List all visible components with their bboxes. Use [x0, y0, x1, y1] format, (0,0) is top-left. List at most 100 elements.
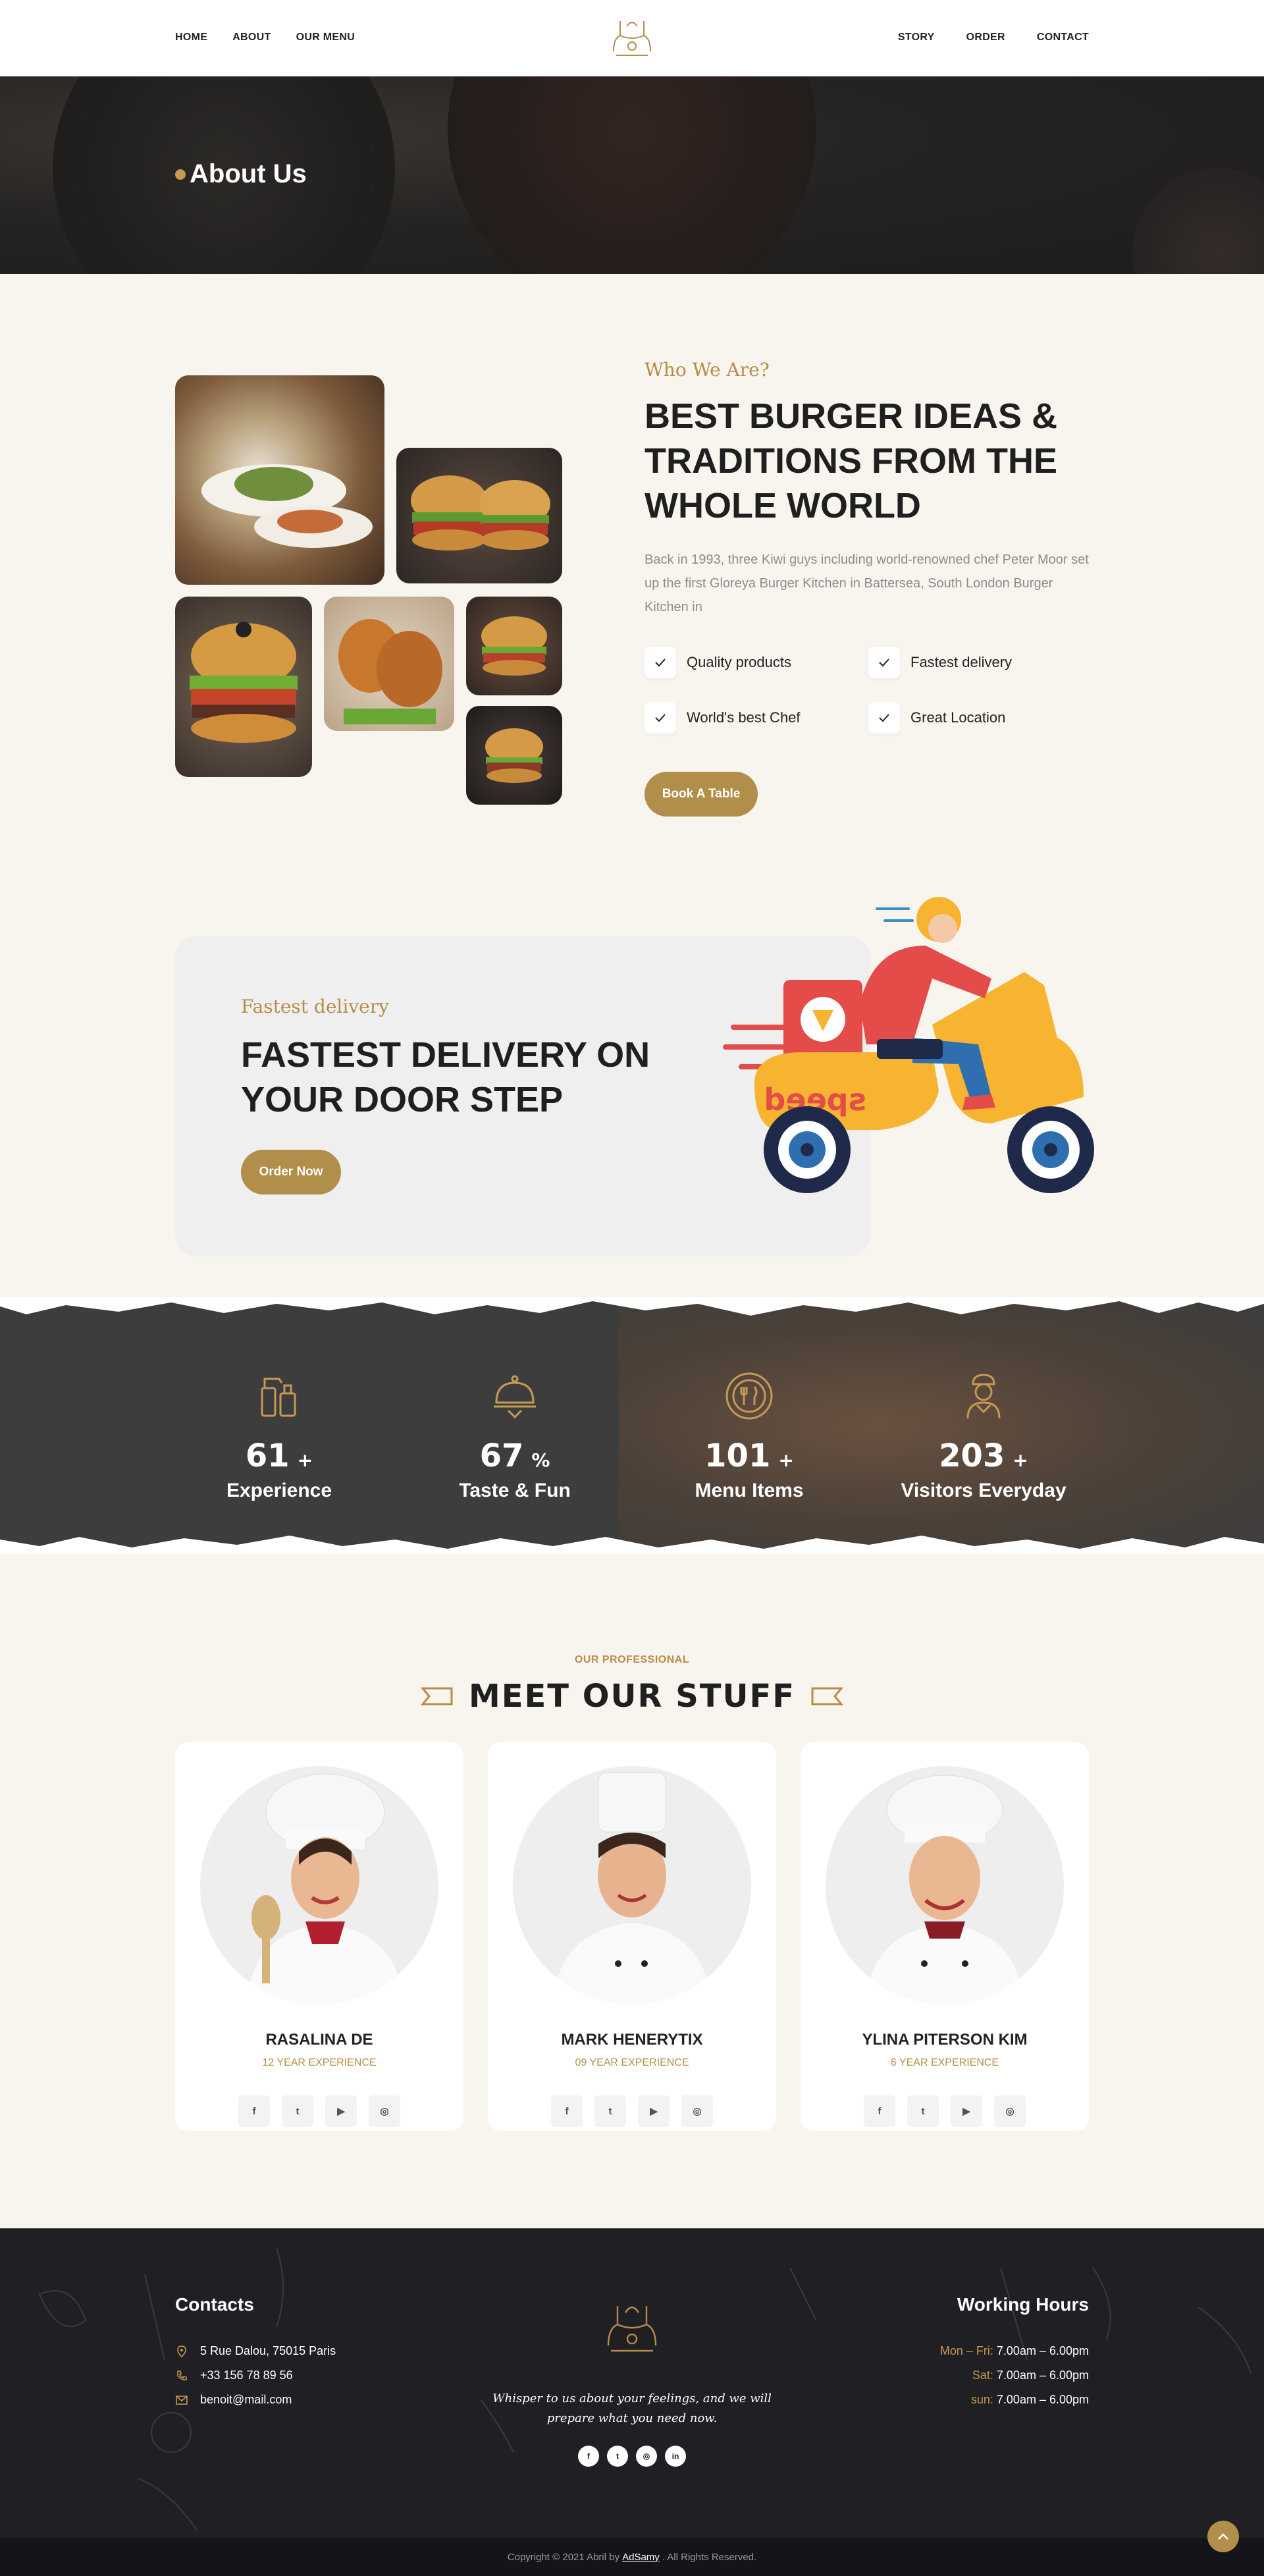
stat-suffix: + — [1013, 1449, 1028, 1471]
delivery-title: FASTEST DELIVERY ON YOUR DOOR STEP — [241, 1035, 650, 1119]
page-banner: About Us — [0, 76, 1264, 274]
stat-label: Experience — [226, 1480, 332, 1501]
title-dot-icon — [175, 169, 186, 180]
member-name: RASALINA DE — [265, 2031, 373, 2049]
feature-item: Quality products — [645, 647, 868, 678]
chef-avatar — [826, 1766, 1064, 2004]
stat-visitors: 203 + Visitors Everyday — [891, 1370, 1076, 1502]
youtube-icon[interactable]: ▶ — [638, 2095, 670, 2127]
email-text[interactable]: benoit@mail.com — [200, 2393, 292, 2407]
hours-time: 7.00am – 6.00pm — [996, 2369, 1089, 2382]
delivery-subtitle: Fastest delivery — [241, 996, 389, 1017]
contacts-title: Contacts — [175, 2294, 254, 2315]
stat-number: 101 — [704, 1437, 771, 1474]
phone-text[interactable]: +33 156 78 89 56 — [200, 2369, 293, 2382]
stat-label: Visitors Everyday — [901, 1480, 1066, 1501]
contact-address: 5 Rue Dalou, 75015 Paris — [175, 2344, 336, 2358]
cloche-icon — [494, 1375, 536, 1419]
member-experience: 12 YEAR EXPERIENCE — [262, 2057, 377, 2068]
hours-time: 7.00am – 6.00pm — [996, 2393, 1089, 2406]
stat-number: 67 — [479, 1437, 524, 1474]
about-photo-fried-chicken — [324, 597, 454, 731]
instagram-icon[interactable]: ◎ — [994, 2095, 1026, 2127]
member-socials: f t ▶ ◎ — [801, 2095, 1089, 2127]
about-photo-burger-small — [466, 597, 562, 695]
nav-our-menu[interactable]: OUR MENU — [296, 32, 356, 43]
chevron-up-icon — [1218, 2533, 1228, 2540]
contact-email: benoit@mail.com — [175, 2393, 292, 2407]
instagram-icon[interactable]: ◎ — [369, 2095, 400, 2127]
feature-label: Fastest delivery — [910, 654, 1013, 670]
site-logo[interactable] — [607, 12, 657, 62]
address-text: 5 Rue Dalou, 75015 Paris — [200, 2344, 336, 2357]
hours-row: Sat: 7.00am – 6.00pm — [972, 2369, 1089, 2382]
nav-about[interactable]: ABOUT — [232, 32, 271, 43]
chef-avatar — [513, 1766, 751, 2004]
page-title-text: About Us — [190, 159, 307, 188]
youtube-icon[interactable]: ▶ — [951, 2095, 982, 2127]
ribbon-right-icon — [811, 1687, 844, 1705]
order-now-button[interactable]: Order Now — [241, 1150, 341, 1194]
delivery-scooter-illustration: speed — [723, 897, 1094, 1193]
twitter-icon[interactable]: t — [282, 2095, 313, 2127]
hours-row: sun: 7.00am – 6.00pm — [971, 2393, 1089, 2407]
page-title: About Us — [175, 159, 307, 189]
nav-right: STORY ORDER CONTACT — [898, 32, 1089, 43]
hours-day: Mon – Fri: — [939, 2344, 993, 2357]
check-icon — [645, 647, 676, 678]
about-photo-salad-plates — [175, 375, 384, 585]
stat-label: Menu Items — [695, 1480, 804, 1501]
facebook-icon[interactable]: f — [551, 2095, 583, 2127]
ribbon-left-icon — [420, 1687, 453, 1705]
instagram-icon[interactable]: ◎ — [636, 2446, 657, 2467]
feature-item: World's best Chef — [645, 702, 868, 734]
location-pin-icon — [177, 2345, 186, 2357]
check-icon — [868, 647, 900, 678]
member-experience: 09 YEAR EXPERIENCE — [575, 2057, 689, 2068]
stat-taste: 67% Taste & Fun — [423, 1370, 607, 1502]
copyright-link[interactable]: AdSamy — [622, 2552, 660, 2563]
plate-cutlery-icon — [725, 1372, 773, 1420]
youtube-icon[interactable]: ▶ — [325, 2095, 357, 2127]
facebook-icon[interactable]: f — [238, 2095, 270, 2127]
footer-quote: Whisper to us about your feelings, and w… — [492, 2392, 772, 2425]
footer-copyright-bar: Copyright © 2021 Abril by AdSamy . All R… — [0, 2538, 1264, 2576]
member-experience: 6 YEAR EXPERIENCE — [890, 2057, 999, 2068]
facebook-icon[interactable]: f — [578, 2446, 599, 2467]
member-socials: f t ▶ ◎ — [488, 2095, 776, 2127]
twitter-icon[interactable]: t — [907, 2095, 939, 2127]
chef-person-icon — [966, 1374, 1001, 1419]
twitter-icon[interactable]: t — [594, 2095, 626, 2127]
member-socials: f t ▶ ◎ — [175, 2095, 463, 2127]
nav-story[interactable]: STORY — [898, 32, 935, 43]
linkedin-icon[interactable]: in — [665, 2446, 686, 2467]
nav-home[interactable]: HOME — [175, 32, 207, 43]
hours-day: sun: — [970, 2393, 993, 2406]
check-icon — [645, 702, 676, 734]
team-card: MARK HENERYTIX 09 YEAR EXPERIENCE f t ▶ … — [488, 1742, 776, 2131]
nav-contact[interactable]: CONTACT — [1037, 32, 1089, 43]
team-subtitle: OUR PROFESSIONAL — [574, 1654, 690, 1665]
facebook-icon[interactable]: f — [864, 2095, 895, 2127]
instagram-icon[interactable]: ◎ — [681, 2095, 713, 2127]
nav-left: HOME ABOUT OUR MENU — [175, 32, 355, 43]
book-table-button[interactable]: Book A Table — [645, 772, 758, 817]
feature-label: Great Location — [910, 709, 1006, 726]
feature-list: Quality products Fastest delivery World'… — [645, 647, 1092, 734]
nav-order[interactable]: ORDER — [966, 32, 1005, 43]
member-name: MARK HENERYTIX — [561, 2031, 703, 2049]
about-subtitle: Who We Are? — [645, 359, 770, 381]
about-description: Back in 1993, three Kiwi guys including … — [645, 552, 1089, 614]
torn-edge-top — [0, 1297, 1264, 1316]
phone-icon — [177, 2370, 187, 2380]
footer-logo[interactable] — [600, 2295, 664, 2359]
footer-doodle-background — [38, 2247, 1251, 2532]
chef-tools-icon — [261, 1378, 296, 1417]
stat-number: 61 — [245, 1437, 290, 1474]
about-photo-burgers — [396, 448, 562, 583]
hours-time: 7.00am – 6.00pm — [996, 2344, 1089, 2357]
stat-suffix: + — [778, 1449, 794, 1471]
twitter-icon[interactable]: t — [607, 2446, 628, 2467]
scroll-to-top-button[interactable] — [1207, 2521, 1239, 2552]
about-photo-burger-dark — [466, 706, 562, 805]
